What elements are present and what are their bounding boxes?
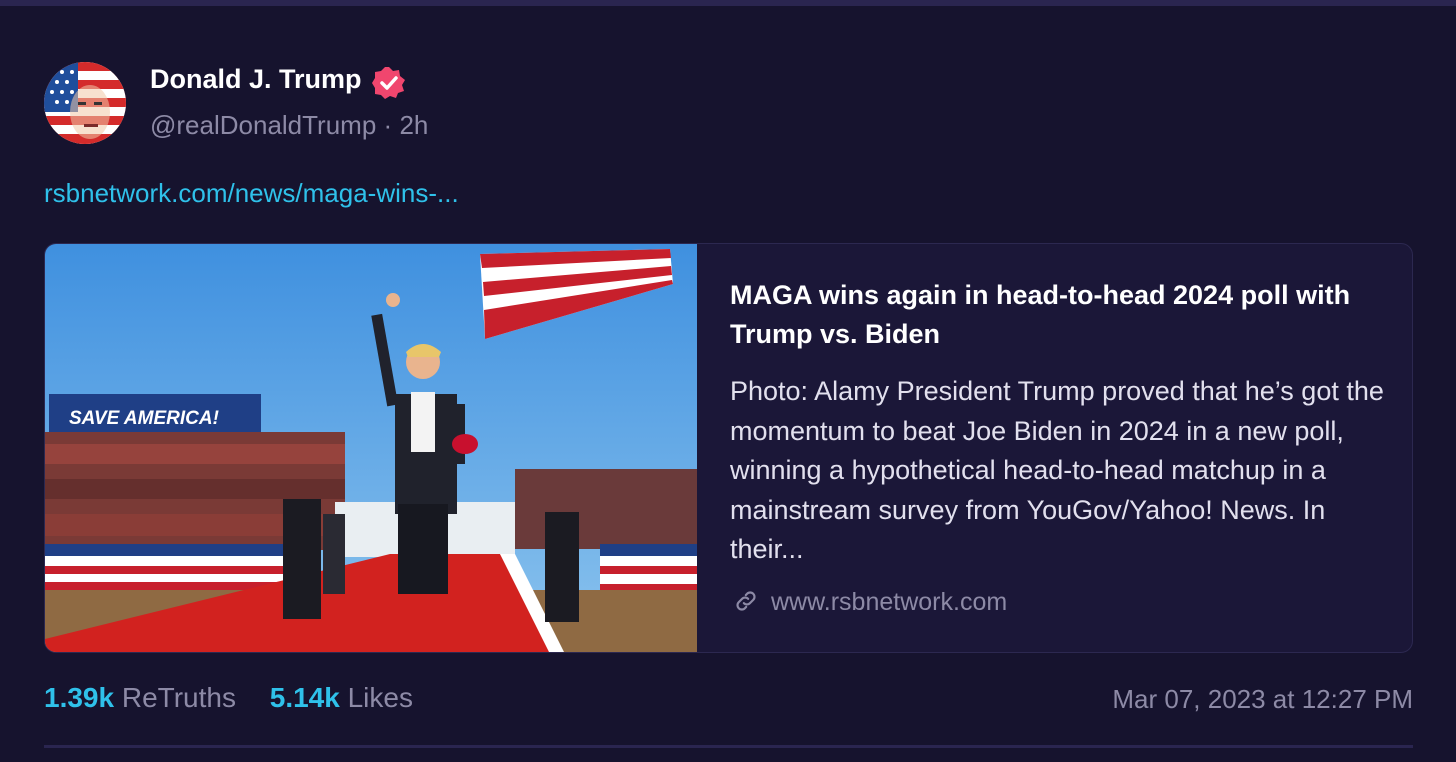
retruths-label: ReTruths (121, 682, 236, 713)
likes-label: Likes (347, 682, 413, 713)
card-domain: www.rsbnetwork.com (771, 588, 1008, 616)
link-preview-card[interactable]: SAVE AMERICA! MAGA wins again in head-to… (44, 243, 1413, 653)
banner-text: SAVE AMERICA! (69, 408, 219, 429)
author-meta: @realDonaldTrump · 2h (150, 110, 428, 141)
retruths-stat[interactable]: 1.39k ReTruths (44, 682, 236, 714)
card-image: SAVE AMERICA! (45, 244, 697, 652)
truth-post: Donald J. Trump @realDonaldTrump · 2h rs… (0, 6, 1456, 762)
card-body: MAGA wins again in head-to-head 2024 pol… (730, 276, 1390, 570)
verified-badge-shape (372, 67, 405, 99)
post-timestamp: Mar 07, 2023 at 12:27 PM (1112, 684, 1413, 714)
post-link[interactable]: rsbnetwork.com/news/maga-wins-... (44, 178, 459, 209)
rally-photo: SAVE AMERICA! (45, 244, 697, 652)
author-display-name[interactable]: Donald J. Trump (150, 64, 362, 95)
likes-count: 5.14k (269, 682, 340, 713)
card-domain-row[interactable]: www.rsbnetwork.com (733, 588, 1007, 617)
post-time-ago[interactable]: 2h (399, 110, 428, 140)
card-title[interactable]: MAGA wins again in head-to-head 2024 pol… (730, 276, 1390, 354)
bottom-divider (44, 745, 1413, 748)
post-stats: 1.39k ReTruths 5.14k Likes (44, 682, 439, 714)
author-handle[interactable]: @realDonaldTrump (150, 110, 376, 140)
link-icon (736, 591, 756, 611)
likes-stat[interactable]: 5.14k Likes (270, 682, 413, 714)
verified-badge-icon (372, 67, 405, 99)
retruths-count: 1.39k (44, 682, 115, 713)
card-description: Photo: Alamy President Trump proved that… (730, 376, 1384, 564)
avatar[interactable] (44, 62, 126, 144)
avatar-flag-portrait-icon (44, 62, 126, 144)
meta-separator: · (383, 110, 393, 140)
